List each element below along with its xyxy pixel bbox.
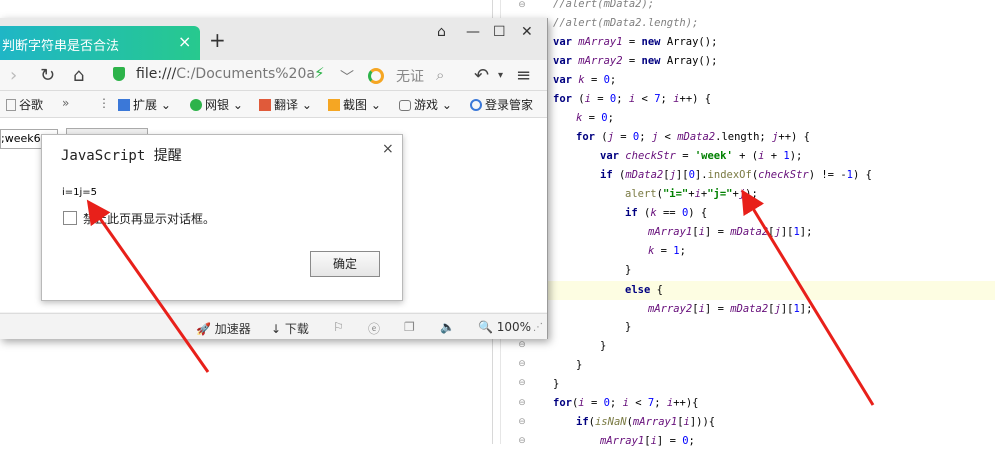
code-line: }: [625, 264, 632, 276]
search-engine-icon[interactable]: [368, 68, 384, 84]
fold-marker-icon[interactable]: ⊖: [517, 359, 527, 369]
sound-icon[interactable]: 🔈: [440, 320, 455, 334]
code-line: k = 1;: [648, 245, 686, 257]
dialog-message: i=1j=5: [62, 187, 98, 198]
minimize-icon[interactable]: —: [466, 24, 480, 40]
code-line: for(i = 0; i < 7; i++){: [553, 397, 699, 409]
security-shield-icon[interactable]: [113, 67, 125, 81]
extensions-icon: [118, 99, 130, 111]
bookmark-screenshot[interactable]: 截图 ⌄: [328, 96, 381, 113]
skin-icon[interactable]: ⌂: [437, 24, 446, 40]
code-line: }: [600, 340, 607, 352]
reload-icon[interactable]: ↻: [40, 65, 55, 86]
zoom-level[interactable]: 🔍 100%: [478, 320, 531, 334]
bookmark-banking[interactable]: 网银 ⌄: [190, 96, 243, 113]
bookmark-google[interactable]: 谷歌: [6, 96, 43, 113]
fold-marker-icon[interactable]: ⊖: [517, 436, 527, 446]
code-line: }: [576, 359, 583, 371]
current-line-highlight: [548, 281, 995, 300]
dropdown-chevron-icon[interactable]: ﹀: [340, 67, 354, 87]
tab-title: 判断字符串是否合法: [2, 39, 120, 54]
bookmarks-bar: 谷歌 » ⋮ 扩展 ⌄ 网银 ⌄ 翻译 ⌄ 截图 ⌄ 游戏 ⌄ 登录管家: [0, 91, 547, 118]
code-line: else {: [625, 284, 663, 296]
suppress-dialogs-label: 禁止此页再显示对话框。: [83, 212, 216, 226]
code-line: k = 0;: [576, 112, 614, 124]
code-line: var k = 0;: [553, 74, 617, 86]
code-line: //alert(mData2.length);: [553, 17, 699, 29]
resize-grip-icon[interactable]: ⋰: [533, 322, 543, 333]
code-line: mArray1[i] = 0;: [600, 435, 695, 447]
url-text[interactable]: file:///C:/Documents%20a: [136, 66, 315, 82]
maximize-icon[interactable]: ☐: [493, 24, 506, 40]
bookmark-login-manager[interactable]: 登录管家: [470, 96, 533, 113]
title-bar: 判断字符串是否合法 × + ⌂ — ☐ ✕: [0, 18, 547, 60]
forward-icon[interactable]: ›: [10, 65, 17, 86]
code-line: if (k == 0) {: [625, 207, 708, 219]
accelerator-button[interactable]: 🚀 加速器: [196, 320, 251, 337]
banking-icon: [190, 99, 202, 111]
javascript-alert-dialog: JavaScript 提醒 × i=1j=5 禁止此页再显示对话框。 确定: [41, 134, 403, 301]
dialog-title: JavaScript 提醒: [61, 148, 182, 164]
home-icon[interactable]: ⌂: [73, 65, 84, 86]
bookmark-extensions[interactable]: 扩展 ⌄: [118, 96, 171, 113]
code-line: for (j = 0; j < mData2.length; j++) {: [576, 131, 810, 143]
code-line: if(isNaN(mArray1[i])){: [576, 416, 716, 428]
code-line: for (i = 0; i < 7; i++) {: [553, 93, 712, 105]
fold-marker-icon[interactable]: ⊖: [517, 398, 527, 408]
search-icon[interactable]: ⌕: [436, 66, 444, 84]
code-line: mArray2[i] = mData2[j][1];: [648, 303, 813, 315]
ok-button[interactable]: 确定: [310, 251, 380, 277]
code-line: var mArray2 = new Array();: [553, 55, 718, 67]
speed-mode-icon[interactable]: ⚡: [314, 64, 325, 82]
navigation-bar: › ↻ ⌂ file:///C:/Documents%20a ⚡ ﹀ 无证 ⌕ …: [0, 60, 547, 91]
gamepad-icon: [399, 100, 411, 111]
fold-marker-icon[interactable]: ⊖: [517, 0, 527, 10]
bookmark-games[interactable]: 游戏 ⌄: [399, 96, 452, 113]
separator-dots-icon: ⋮: [98, 96, 110, 110]
suppress-dialogs-checkbox[interactable]: [63, 211, 77, 225]
close-window-icon[interactable]: ✕: [521, 24, 533, 40]
code-line: mArray1[i] = mData2[j][1];: [648, 226, 813, 238]
code-line: //alert(mData2);: [553, 0, 655, 10]
code-line: var checkStr = 'week' + (i + 1);: [600, 150, 803, 162]
window-icon[interactable]: ❐: [404, 320, 415, 334]
translate-icon: [259, 99, 271, 111]
scissors-icon: [328, 99, 340, 111]
login-manager-icon: [470, 99, 482, 111]
bookmark-translate[interactable]: 翻译 ⌄: [259, 96, 312, 113]
search-input[interactable]: 无证: [396, 66, 424, 86]
code-line: }: [625, 321, 632, 333]
page-icon: [6, 99, 16, 111]
fold-marker-icon[interactable]: ⊖: [517, 340, 527, 350]
ie-icon[interactable]: ⓔ: [368, 320, 380, 337]
code-line: alert("i="+i+"j="+j);: [625, 188, 758, 200]
menu-icon[interactable]: ≡: [516, 65, 531, 86]
code-line: if (mData2[j][0].indexOf(checkStr) != -1…: [600, 169, 872, 181]
status-bar: 🚀 加速器 ↓ 下载 ⚐ ⓔ ❐ 🔈 🔍 100% ⋰: [0, 313, 547, 339]
fold-marker-icon[interactable]: ⊖: [517, 417, 527, 427]
download-button[interactable]: ↓ 下载: [271, 320, 309, 337]
code-line: var mArray1 = new Array();: [553, 36, 718, 48]
undo-dropdown-icon[interactable]: ▾: [498, 70, 503, 81]
more-bookmarks-icon[interactable]: »: [62, 96, 69, 110]
fold-marker-icon[interactable]: ⊖: [517, 378, 527, 388]
undo-icon[interactable]: ↶: [474, 65, 489, 86]
tab-close-icon[interactable]: ×: [178, 32, 191, 51]
dialog-close-icon[interactable]: ×: [382, 141, 394, 157]
flag-icon[interactable]: ⚐: [333, 320, 344, 334]
code-line: }: [553, 378, 560, 390]
new-tab-button[interactable]: +: [209, 30, 226, 50]
tab-active[interactable]: 判断字符串是否合法 ×: [0, 26, 200, 60]
